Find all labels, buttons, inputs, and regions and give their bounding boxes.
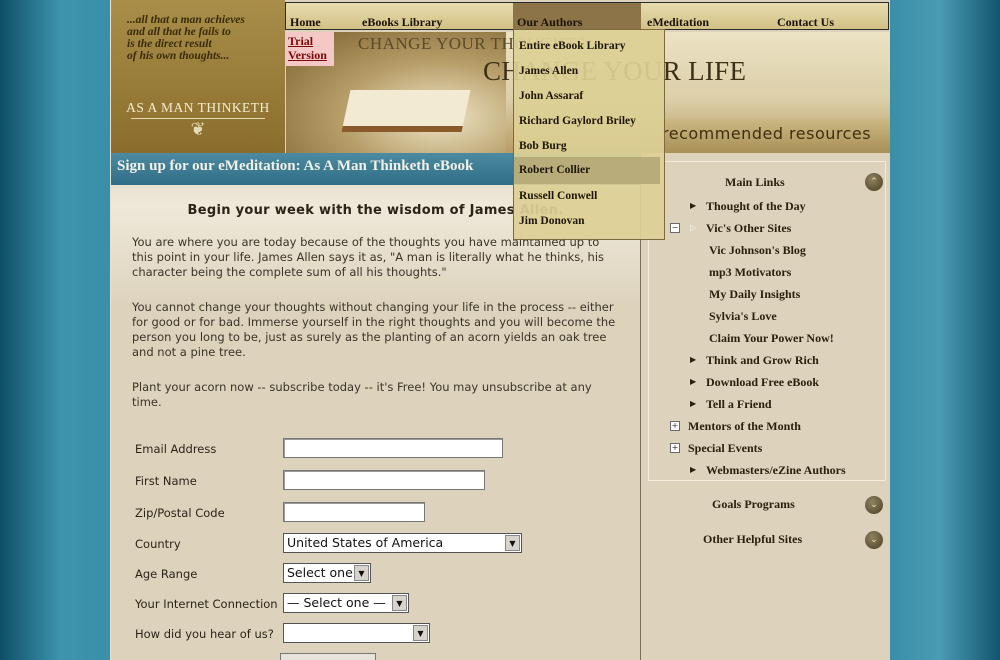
other-helpful-sites-heading[interactable]: Other Helpful Sites	[703, 532, 802, 547]
sidebar-item-mentors[interactable]: Mentors of the Month	[688, 419, 801, 434]
brand-logo-text[interactable]: AS A MAN THINKETH	[111, 100, 285, 116]
expand-arrow-icon: ▶	[690, 355, 697, 364]
menu-item-russell-conwell[interactable]: Russell Conwell	[519, 184, 661, 209]
quote-line: ...all that a man achieves	[127, 14, 245, 26]
sidebar-item-tell-friend[interactable]: Tell a Friend	[706, 397, 772, 412]
sidebar-item-mp3-motivators[interactable]: mp3 Motivators	[709, 265, 791, 280]
heard-label: How did you hear of us?	[135, 627, 274, 641]
menu-item-jim-donovan[interactable]: Jim Donovan	[519, 209, 661, 234]
sidebar-item-thought-of-day[interactable]: Thought of the Day	[706, 199, 806, 214]
sidebar-item-vics-other-sites[interactable]: Vic's Other Sites	[706, 221, 791, 236]
menu-item-james-allen[interactable]: James Allen	[519, 59, 661, 84]
main-nav: Home eBooks Library Our Authors eMeditat…	[285, 2, 889, 30]
country-label: Country	[135, 537, 181, 551]
expand-arrow-icon: ▶	[690, 377, 697, 386]
recommended-resources-title: recommended resources	[662, 124, 872, 143]
sidebar-item-vics-blog[interactable]: Vic Johnson's Blog	[709, 243, 806, 258]
chevron-down-icon[interactable]: ▼	[354, 565, 369, 581]
ornament-icon: ❦	[190, 119, 206, 140]
collapse-up-icon[interactable]: ⌃	[865, 173, 883, 191]
submit-button[interactable]	[280, 653, 376, 660]
menu-item-john-assaraf[interactable]: John Assaraf	[519, 84, 661, 109]
chevron-down-icon[interactable]: ▼	[505, 535, 520, 551]
quote-line: of his own thoughts...	[127, 50, 230, 62]
quote-panel: ...all that a man achieves and all that …	[111, 0, 285, 153]
trial-version-badge[interactable]: Trial Version	[286, 32, 334, 66]
chevron-down-icon[interactable]: ▼	[413, 625, 428, 641]
nav-contact-us[interactable]: Contact Us	[777, 3, 834, 29]
sidebar-item-think-grow-rich[interactable]: Think and Grow Rich	[706, 353, 819, 368]
signup-title: Sign up for our eMeditation: As A Man Th…	[117, 158, 474, 174]
main-links-heading[interactable]: Main Links	[725, 175, 785, 190]
nav-emeditation[interactable]: eMeditation	[647, 3, 709, 29]
email-label: Email Address	[135, 442, 217, 456]
connection-select[interactable]: — Select one — ▼	[283, 593, 409, 613]
sidebar-item-sylvias-love[interactable]: Sylvia's Love	[709, 309, 777, 324]
sidebar-item-download-ebook[interactable]: Download Free eBook	[706, 375, 819, 390]
expand-arrow-icon: ▷	[690, 223, 697, 232]
zip-label: Zip/Postal Code	[135, 506, 225, 520]
sidebar: Main Links ⌃ ▶ Thought of the Day − ▷ Vi…	[641, 153, 890, 660]
intro-paragraph-3: Plant your acorn now -- subscribe today …	[132, 380, 592, 409]
goals-programs-heading[interactable]: Goals Programs	[712, 497, 795, 512]
expand-arrow-icon: ▶	[690, 465, 697, 474]
country-select-value: United States of America	[287, 535, 444, 550]
recommended-resources-bar: recommended resources	[640, 119, 890, 153]
menu-item-richard-briley[interactable]: Richard Gaylord Briley	[519, 109, 661, 134]
expand-plus-icon[interactable]: +	[670, 421, 680, 431]
trial-line: Version	[288, 48, 327, 62]
connection-label: Your Internet Connection	[135, 597, 278, 611]
sidebar-item-daily-insights[interactable]: My Daily Insights	[709, 287, 800, 302]
intro-paragraph-2: You cannot change your thoughts without …	[132, 300, 616, 359]
country-select[interactable]: United States of America ▼	[283, 533, 522, 553]
quote-line: and all that he fails to	[127, 26, 231, 38]
expand-plus-icon[interactable]: +	[670, 443, 680, 453]
first-name-label: First Name	[135, 474, 197, 488]
signup-content: Begin your week with the wisdom of James…	[111, 185, 640, 660]
nav-home[interactable]: Home	[290, 3, 321, 29]
sidebar-item-claim-power[interactable]: Claim Your Power Now!	[709, 331, 834, 346]
sidebar-item-webmasters[interactable]: Webmasters/eZine Authors	[706, 463, 846, 478]
intro-paragraph-1: You are where you are today because of t…	[132, 235, 605, 279]
collapse-minus-icon[interactable]: −	[670, 223, 680, 233]
expand-arrow-icon: ▶	[690, 399, 697, 408]
sidebar-item-special-events[interactable]: Special Events	[688, 441, 762, 456]
expand-down-icon[interactable]: ⌄	[865, 531, 883, 549]
email-field[interactable]	[283, 438, 503, 458]
nav-ebooks-library[interactable]: eBooks Library	[362, 3, 442, 29]
nav-our-authors[interactable]: Our Authors	[513, 3, 641, 29]
authors-dropdown-menu: Entire eBook Library James Allen John As…	[513, 29, 665, 240]
expand-down-icon[interactable]: ⌄	[865, 496, 883, 514]
open-book-icon	[341, 90, 471, 132]
connection-select-value: — Select one —	[287, 595, 386, 610]
menu-item-bob-burg[interactable]: Bob Burg	[519, 134, 661, 159]
quote-line: is the direct result	[127, 38, 212, 50]
age-range-label: Age Range	[135, 567, 198, 581]
trial-line: Trial	[288, 34, 314, 48]
zip-field[interactable]	[283, 502, 425, 522]
menu-item-entire-library[interactable]: Entire eBook Library	[519, 34, 661, 59]
first-name-field[interactable]	[283, 470, 485, 490]
site-header: ...all that a man achieves and all that …	[111, 0, 890, 240]
age-range-select[interactable]: Select one ▼	[283, 563, 371, 583]
age-range-select-value: Select one	[287, 565, 353, 580]
trial-link[interactable]: Trial Version	[288, 34, 334, 62]
expand-arrow-icon: ▶	[690, 201, 697, 210]
page-container: ...all that a man achieves and all that …	[111, 0, 890, 660]
heard-select[interactable]: ▼	[283, 623, 430, 643]
header-quote: ...all that a man achieves and all that …	[127, 14, 277, 62]
chevron-down-icon[interactable]: ▼	[392, 595, 407, 611]
menu-item-robert-collier[interactable]: Robert Collier	[514, 157, 660, 184]
